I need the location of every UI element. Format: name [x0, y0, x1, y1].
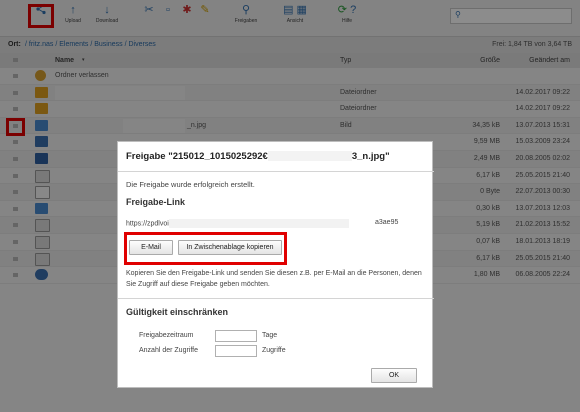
access-count-input[interactable] — [215, 345, 257, 357]
redacted-filename — [267, 151, 352, 162]
link-heading: Freigabe-Link — [126, 197, 186, 207]
divider — [118, 171, 434, 172]
period-unit: Tage — [262, 332, 278, 339]
dialog-title: Freigabe "215012_1015025292€ 3_n.jpg" — [126, 151, 390, 162]
buttons-highlight-box — [124, 232, 287, 265]
success-message: Die Freigabe wurde erfolgreich erstellt. — [126, 180, 255, 189]
divider — [118, 298, 434, 299]
access-count-label: Anzahl der Zugriffe — [139, 347, 199, 354]
limit-heading: Gültigkeit einschränken — [126, 307, 229, 317]
access-count-unit: Zugriffe — [262, 347, 286, 354]
period-label: Freigabezeitraum — [139, 332, 194, 339]
redacted-link — [168, 219, 349, 228]
period-input[interactable] — [215, 330, 257, 342]
ok-button[interactable]: OK — [371, 368, 417, 383]
share-dialog: Freigabe "215012_1015025292€ 3_n.jpg" Die… — [117, 141, 434, 388]
info-text: Kopieren Sie den Freigabe-Link und sende… — [126, 270, 422, 288]
share-link[interactable]: https://zpdlvoi a3ae95 — [126, 219, 398, 228]
